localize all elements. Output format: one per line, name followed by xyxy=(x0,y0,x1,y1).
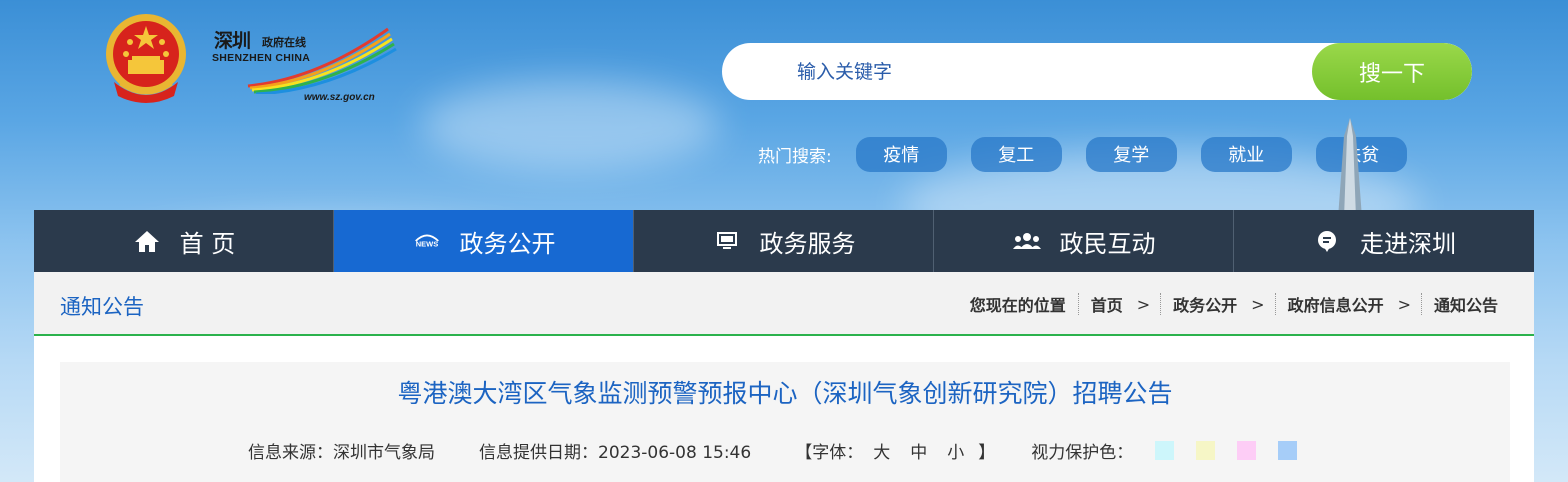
breadcrumb-bar: 通知公告 您现在的位置 首页 > 政务公开 > 政府信息公开 > 通知公告 xyxy=(34,272,1534,336)
article-date: 信息提供日期：2023-06-08 15:46 xyxy=(479,443,752,463)
hot-tag-employment[interactable]: 就业 xyxy=(1200,136,1292,172)
search-bar: 搜一下 xyxy=(722,43,1472,100)
search-input[interactable] xyxy=(722,43,1312,100)
nav-label-home: 首 页 xyxy=(179,229,236,258)
breadcrumb-divider xyxy=(1160,293,1162,315)
content-panel: 通知公告 您现在的位置 首页 > 政务公开 > 政府信息公开 > 通知公告 粤港… xyxy=(34,272,1534,482)
nav-item-home[interactable]: 首 页 xyxy=(34,210,334,272)
eye-care-swatch-blue[interactable] xyxy=(1278,441,1298,460)
background-cloud xyxy=(420,80,720,170)
font-size-close: 】 xyxy=(978,443,996,463)
monitor-icon xyxy=(712,229,742,253)
font-size-large-button[interactable]: 大 xyxy=(873,438,890,463)
nav-item-government-affairs[interactable]: NEWS 政务公开 xyxy=(334,210,634,272)
nav-item-about-shenzhen[interactable]: 走进深圳 xyxy=(1234,210,1534,272)
breadcrumb-home[interactable]: 首页 xyxy=(1091,292,1123,316)
breadcrumb-arrow-icon: > xyxy=(1136,294,1151,314)
nav-label-gov-services: 政务服务 xyxy=(759,229,856,258)
breadcrumb-divider xyxy=(1420,293,1422,315)
eye-care-swatch-cyan[interactable] xyxy=(1155,441,1175,460)
logo-english-text: SHENZHEN CHINA xyxy=(212,52,311,64)
breadcrumb-government-affairs[interactable]: 政务公开 xyxy=(1173,292,1237,316)
logo-chinese-text: 深圳 xyxy=(214,30,251,52)
chat-bubble-icon xyxy=(1312,229,1342,253)
hot-tag-epidemic[interactable]: 疫情 xyxy=(855,136,947,172)
eye-care-swatch-yellow[interactable] xyxy=(1196,441,1216,460)
breadcrumb-arrow-icon: > xyxy=(1251,294,1265,314)
national-emblem-logo xyxy=(104,12,188,108)
breadcrumb-prefix: 您现在的位置 xyxy=(969,296,1066,315)
hot-tag-resume-work[interactable]: 复工 xyxy=(970,136,1062,172)
article-meta: 信息来源：深圳市气象局 信息提供日期：2023-06-08 15:46 【字体：… xyxy=(248,438,1298,463)
breadcrumb-divider xyxy=(1274,293,1276,315)
section-title: 通知公告 xyxy=(60,295,144,319)
search-button[interactable]: 搜一下 xyxy=(1312,43,1472,100)
svg-text:NEWS: NEWS xyxy=(415,240,438,249)
breadcrumb-notices[interactable]: 通知公告 xyxy=(1434,292,1498,316)
nav-item-public-interaction[interactable]: 政民互动 xyxy=(934,210,1234,272)
main-nav: 首 页 NEWS 政务公开 政务服务 政民互动 走进深圳 xyxy=(34,210,1534,272)
tower-illustration xyxy=(1322,118,1378,218)
people-icon xyxy=(1012,229,1042,253)
breadcrumb-arrow-icon: > xyxy=(1397,294,1411,314)
article-header: 粤港澳大湾区气象监测预警预报中心（深圳气象创新研究院）招聘公告 信息来源：深圳市… xyxy=(60,362,1510,482)
home-icon xyxy=(132,229,162,253)
logo-url: www.sz.gov.cn xyxy=(304,92,375,103)
news-icon: NEWS xyxy=(412,229,442,253)
logo-tagline: 政府在线 xyxy=(262,36,306,49)
nav-item-gov-services[interactable]: 政务服务 xyxy=(634,210,934,272)
breadcrumb: 您现在的位置 首页 > 政务公开 > 政府信息公开 > 通知公告 xyxy=(970,292,1498,316)
breadcrumb-divider xyxy=(1077,293,1079,315)
font-size-medium-button[interactable]: 中 xyxy=(910,438,927,463)
font-size-small-button[interactable]: 小 xyxy=(947,438,964,463)
article-source: 信息来源：深圳市气象局 xyxy=(248,443,435,463)
article-title: 粤港澳大湾区气象监测预警预报中心（深圳气象创新研究院）招聘公告 xyxy=(397,379,1173,408)
nav-label-government-affairs: 政务公开 xyxy=(459,229,556,258)
font-size-open: 【字体： xyxy=(795,443,864,463)
eye-care-swatch-pink[interactable] xyxy=(1237,441,1257,460)
shenzhen-gov-logo[interactable]: 深圳 政府在线 SHENZHEN CHINA www.sz.gov.cn xyxy=(208,20,398,106)
nav-label-about-shenzhen: 走进深圳 xyxy=(1360,229,1456,258)
nav-label-public-interaction: 政民互动 xyxy=(1059,229,1156,258)
eye-care-label: 视力保护色： xyxy=(1031,443,1134,463)
breadcrumb-gov-info[interactable]: 政府信息公开 xyxy=(1288,292,1384,316)
hot-search-label: 热门搜索: xyxy=(758,146,832,167)
hot-tag-resume-school[interactable]: 复学 xyxy=(1085,136,1177,172)
